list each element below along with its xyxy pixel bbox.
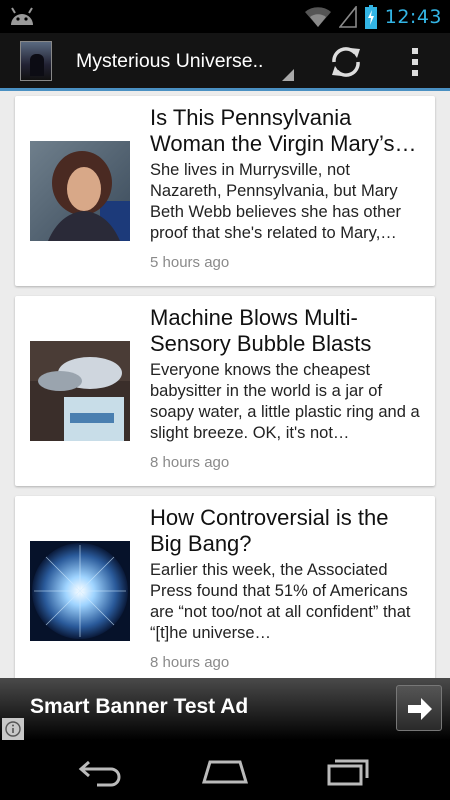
- home-icon[interactable]: [200, 754, 250, 788]
- wifi-icon: [304, 7, 331, 27]
- article-timestamp: 8 hours ago: [150, 654, 230, 671]
- arrow-right-icon: [408, 698, 432, 720]
- android-debug-icon: [11, 7, 33, 25]
- article-summary: Everyone knows the cheapest babysitter i…: [150, 361, 420, 442]
- signal-icon: [338, 6, 357, 28]
- status-clock: 12:43: [384, 6, 442, 28]
- refresh-icon[interactable]: [326, 42, 366, 82]
- article-card[interactable]: Machine Blows Multi-Sensory Bubble Blast…: [15, 296, 435, 486]
- back-icon[interactable]: [75, 754, 125, 788]
- ad-arrow-button[interactable]: [396, 685, 442, 731]
- article-card[interactable]: How Controversial is the Big Bang? Earli…: [15, 496, 435, 678]
- app-title-spinner[interactable]: Mysterious Universe..: [76, 50, 263, 73]
- article-title: Is This Pennsylvania Woman the Virgin Ma…: [150, 105, 417, 156]
- spinner-dropdown-icon[interactable]: [282, 69, 294, 81]
- article-summary: She lives in Murrysville, not Nazareth, …: [150, 161, 402, 242]
- article-thumbnail: [30, 341, 130, 441]
- article-summary: Earlier this week, the Associated Press …: [150, 561, 411, 642]
- status-icons: 12:43: [304, 3, 442, 31]
- article-timestamp: 8 hours ago: [150, 454, 230, 471]
- article-list[interactable]: Is This Pennsylvania Woman the Virgin Ma…: [0, 91, 450, 678]
- ad-text: Smart Banner Test Ad: [30, 695, 249, 718]
- ad-banner[interactable]: Smart Banner Test Ad: [0, 678, 450, 740]
- recent-apps-icon[interactable]: [325, 754, 375, 788]
- article-thumbnail: [30, 141, 130, 241]
- article-timestamp: 5 hours ago: [150, 254, 230, 271]
- battery-charging-icon: [364, 5, 377, 29]
- article-card[interactable]: Is This Pennsylvania Woman the Virgin Ma…: [15, 96, 435, 286]
- status-bar: 12:43: [0, 0, 450, 33]
- info-icon[interactable]: [2, 718, 24, 740]
- article-thumbnail: [30, 541, 130, 641]
- overflow-menu-icon[interactable]: [400, 42, 430, 82]
- navigation-bar: [0, 740, 450, 800]
- article-title: Machine Blows Multi-Sensory Bubble Blast…: [150, 305, 372, 356]
- action-bar: Mysterious Universe..: [0, 33, 450, 91]
- app-icon[interactable]: [20, 41, 52, 81]
- article-title: How Controversial is the Big Bang?: [150, 505, 389, 556]
